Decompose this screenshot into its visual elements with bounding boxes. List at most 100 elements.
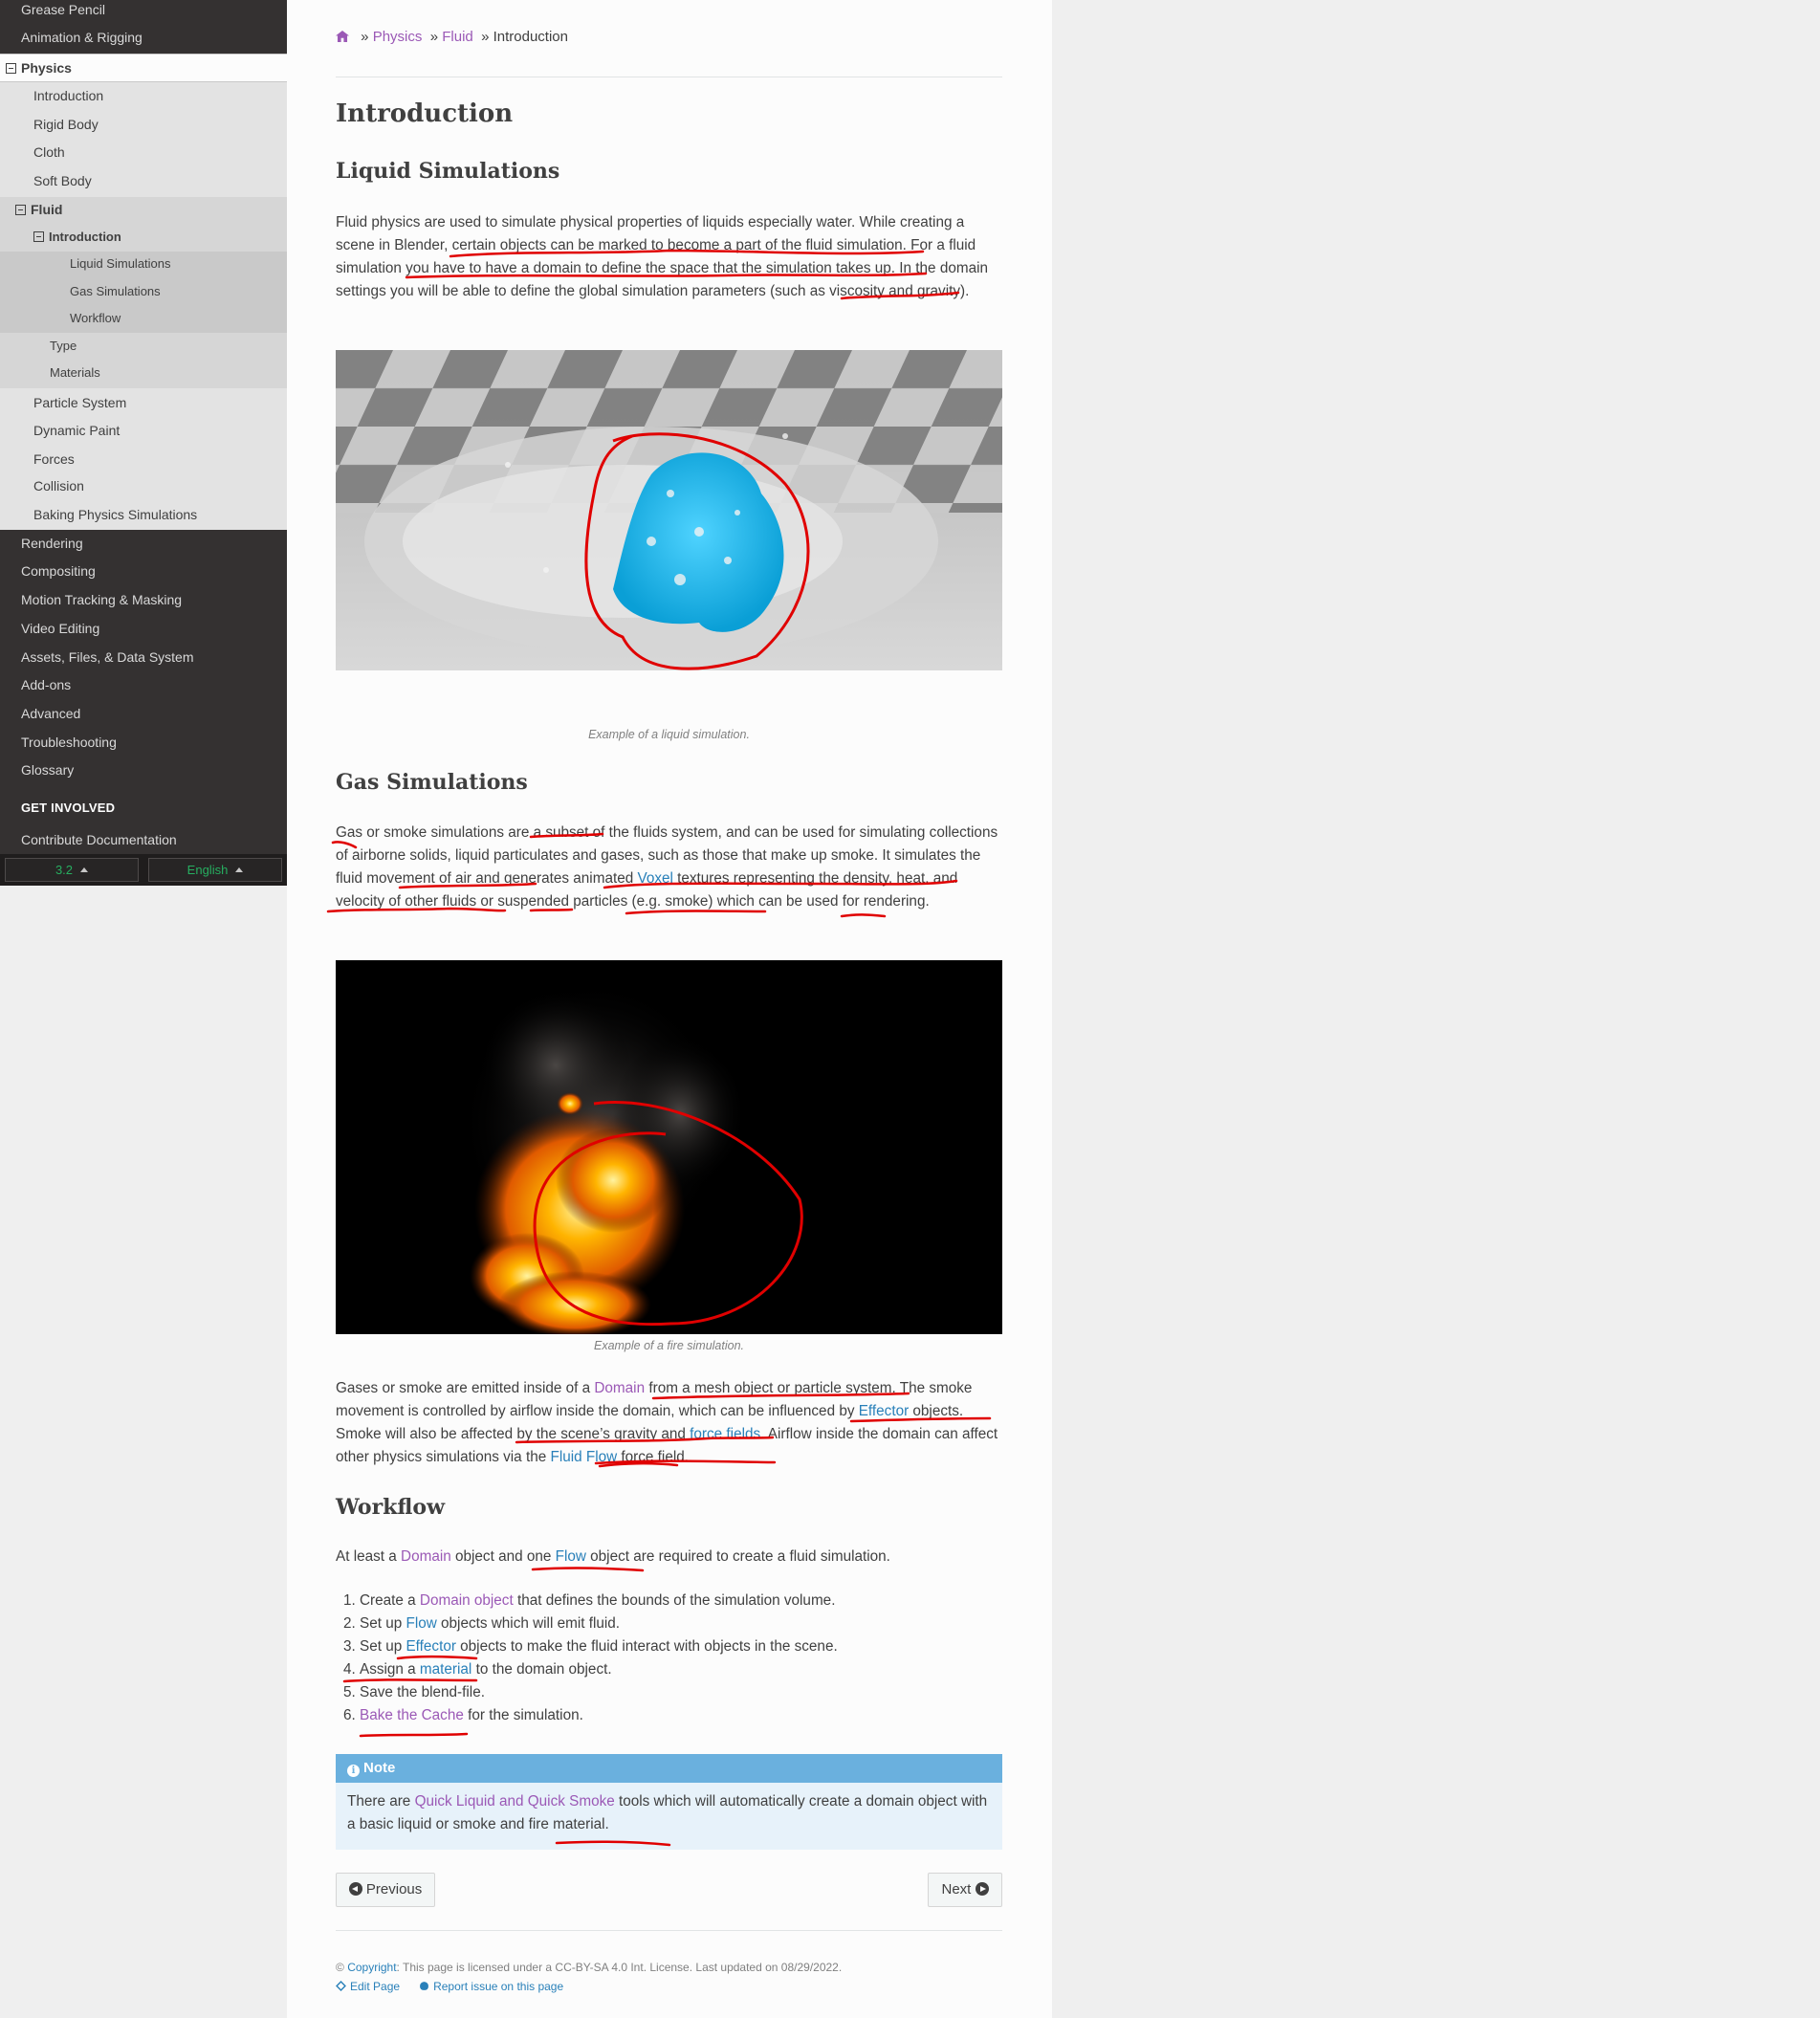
version-label: 3.2 (55, 863, 74, 877)
nav-item-dynamic-paint[interactable]: Dynamic Paint (0, 421, 287, 440)
collapse-toggle-icon[interactable] (15, 205, 26, 215)
text-span: that defines the bounds of the simulatio… (513, 1592, 836, 1609)
version-selector[interactable]: 3.2 (5, 858, 139, 882)
text-span: to the domain object. (471, 1661, 612, 1678)
language-label: English (186, 863, 229, 877)
text-span: At least a (336, 1548, 402, 1565)
bake-cache-link[interactable]: Bake the Cache (360, 1707, 464, 1723)
domain-link[interactable]: Domain (594, 1380, 645, 1396)
nav-item-advanced[interactable]: Advanced (0, 704, 287, 723)
nav-item-materials[interactable]: Materials (0, 363, 287, 383)
previous-button[interactable]: Previous (336, 1873, 435, 1907)
text-span: Assign a (360, 1661, 420, 1678)
nav-item-add-ons[interactable]: Add-ons (0, 675, 287, 694)
nav-item-rigid-body[interactable]: Rigid Body (0, 115, 287, 134)
text-span: Set up (360, 1615, 406, 1632)
text-span: object and one (450, 1548, 556, 1565)
material-link[interactable]: material (420, 1661, 471, 1678)
footer-actions: Edit Page Report issue on this page (336, 1977, 842, 1996)
nav-item-fluid-introduction-label: Introduction (49, 230, 121, 244)
nav-item-physics-label: Physics (21, 60, 72, 76)
list-item: Create a Domain object that defines the … (360, 1590, 838, 1612)
text-span: There are (347, 1793, 415, 1810)
voxel-link[interactable]: Voxel (637, 870, 672, 887)
quick-liquid-smoke-link[interactable]: Quick Liquid and Quick Smoke (415, 1793, 615, 1810)
workflow-steps: Create a Domain object that defines the … (336, 1590, 838, 1727)
flow-link[interactable]: Flow (556, 1548, 586, 1565)
breadcrumb-current: Introduction (493, 29, 568, 45)
breadcrumb-separator: » (361, 29, 369, 45)
nav-item-gas-simulations[interactable]: Gas Simulations (0, 282, 287, 301)
divider (336, 1930, 1002, 1931)
nav-item-introduction[interactable]: Introduction (0, 86, 287, 105)
edit-page-label: Edit Page (350, 1980, 401, 1993)
nav-item-motion-tracking[interactable]: Motion Tracking & Masking (0, 590, 287, 609)
force-fields-link[interactable]: force fields (690, 1426, 760, 1442)
report-issue-label: Report issue on this page (433, 1980, 564, 1993)
text-span: object are required to create a fluid si… (585, 1548, 890, 1565)
gas-paragraph: Gas or smoke simulations are a subset of… (336, 822, 1002, 913)
heading-workflow: Workflow (336, 1495, 446, 1520)
text-span: objects which will emit fluid. (436, 1615, 621, 1632)
nav-item-compositing[interactable]: Compositing (0, 561, 287, 581)
nav-item-fluid-label: Fluid (31, 202, 63, 217)
list-item: Assign a material to the domain object. (360, 1658, 838, 1681)
effector-link[interactable]: Effector (859, 1403, 909, 1419)
nav-item-particle-system[interactable]: Particle System (0, 393, 287, 412)
footer-license: © Copyright: This page is licensed under… (336, 1958, 842, 1977)
effector-link[interactable]: Effector (406, 1638, 455, 1655)
nav-item-video-editing[interactable]: Video Editing (0, 619, 287, 638)
home-icon[interactable] (336, 31, 349, 42)
nav-item-fluid[interactable]: Fluid (0, 200, 287, 219)
main-content: » Physics » Fluid » Introduction Introdu… (287, 0, 1052, 2018)
workflow-intro: At least a Domain object and one Flow ob… (336, 1546, 1002, 1568)
note-admonition: i Note There are Quick Liquid and Quick S… (336, 1754, 1002, 1850)
nav-item-collision[interactable]: Collision (0, 476, 287, 495)
fluid-flow-link[interactable]: Fluid Flow (550, 1449, 617, 1465)
info-icon: i (347, 1765, 360, 1777)
nav-item-cloth[interactable]: Cloth (0, 143, 287, 162)
copyright-link[interactable]: Copyright (347, 1961, 396, 1974)
previous-label: Previous (365, 1881, 423, 1897)
heading-gas-simulations: Gas Simulations (336, 770, 528, 795)
nav-item-glossary[interactable]: Glossary (0, 760, 287, 779)
nav-item-workflow[interactable]: Workflow (0, 309, 287, 328)
list-item: Set up Effector objects to make the flui… (360, 1635, 838, 1658)
note-header: i Note (336, 1754, 1002, 1783)
nav-item-assets-files[interactable]: Assets, Files, & Data System (0, 647, 287, 667)
text-span: force field. (617, 1449, 689, 1465)
version-switcher-bar: 3.2 English (0, 854, 287, 886)
nav-item-physics[interactable]: Physics (0, 54, 287, 82)
caret-up-icon (80, 867, 89, 872)
copyright-symbol: © (336, 1961, 344, 1974)
nav-item-contribute[interactable]: Contribute Documentation (0, 830, 287, 849)
collapse-toggle-icon[interactable] (6, 63, 16, 74)
language-selector[interactable]: English (148, 858, 282, 882)
liquid-figure-caption: Example of a liquid simulation. (588, 728, 750, 741)
sidebar-nav: Grease Pencil Animation & Rigging Physic… (0, 0, 287, 886)
edit-page-link[interactable]: Edit Page (336, 1980, 400, 1993)
nav-item-baking-physics[interactable]: Baking Physics Simulations (0, 505, 287, 524)
next-button[interactable]: Next (928, 1873, 1002, 1907)
nav-item-fluid-introduction[interactable]: Introduction (0, 228, 287, 247)
fire-simulation-image (336, 960, 1002, 1334)
text-span: for the simulation. (463, 1707, 583, 1723)
list-item: Bake the Cache for the simulation. (360, 1704, 838, 1727)
heading-liquid-simulations: Liquid Simulations (336, 159, 560, 184)
nav-item-rendering[interactable]: Rendering (0, 534, 287, 553)
nav-item-forces[interactable]: Forces (0, 450, 287, 469)
nav-item-liquid-simulations[interactable]: Liquid Simulations (0, 254, 287, 274)
nav-item-animation-rigging[interactable]: Animation & Rigging (0, 28, 287, 47)
breadcrumb-link-fluid[interactable]: Fluid (442, 29, 473, 45)
domain-link[interactable]: Domain (401, 1548, 451, 1565)
breadcrumb-link-physics[interactable]: Physics (373, 29, 423, 45)
nav-item-grease-pencil[interactable]: Grease Pencil (0, 0, 287, 19)
flow-link[interactable]: Flow (406, 1615, 436, 1632)
get-involved-caption: GET INVOLVED (21, 801, 116, 815)
nav-item-troubleshooting[interactable]: Troubleshooting (0, 733, 287, 752)
collapse-toggle-icon[interactable] (33, 231, 44, 242)
nav-item-type[interactable]: Type (0, 337, 287, 356)
domain-object-link[interactable]: Domain object (420, 1592, 514, 1609)
report-issue-link[interactable]: Report issue on this page (419, 1980, 563, 1993)
nav-item-soft-body[interactable]: Soft Body (0, 171, 287, 190)
